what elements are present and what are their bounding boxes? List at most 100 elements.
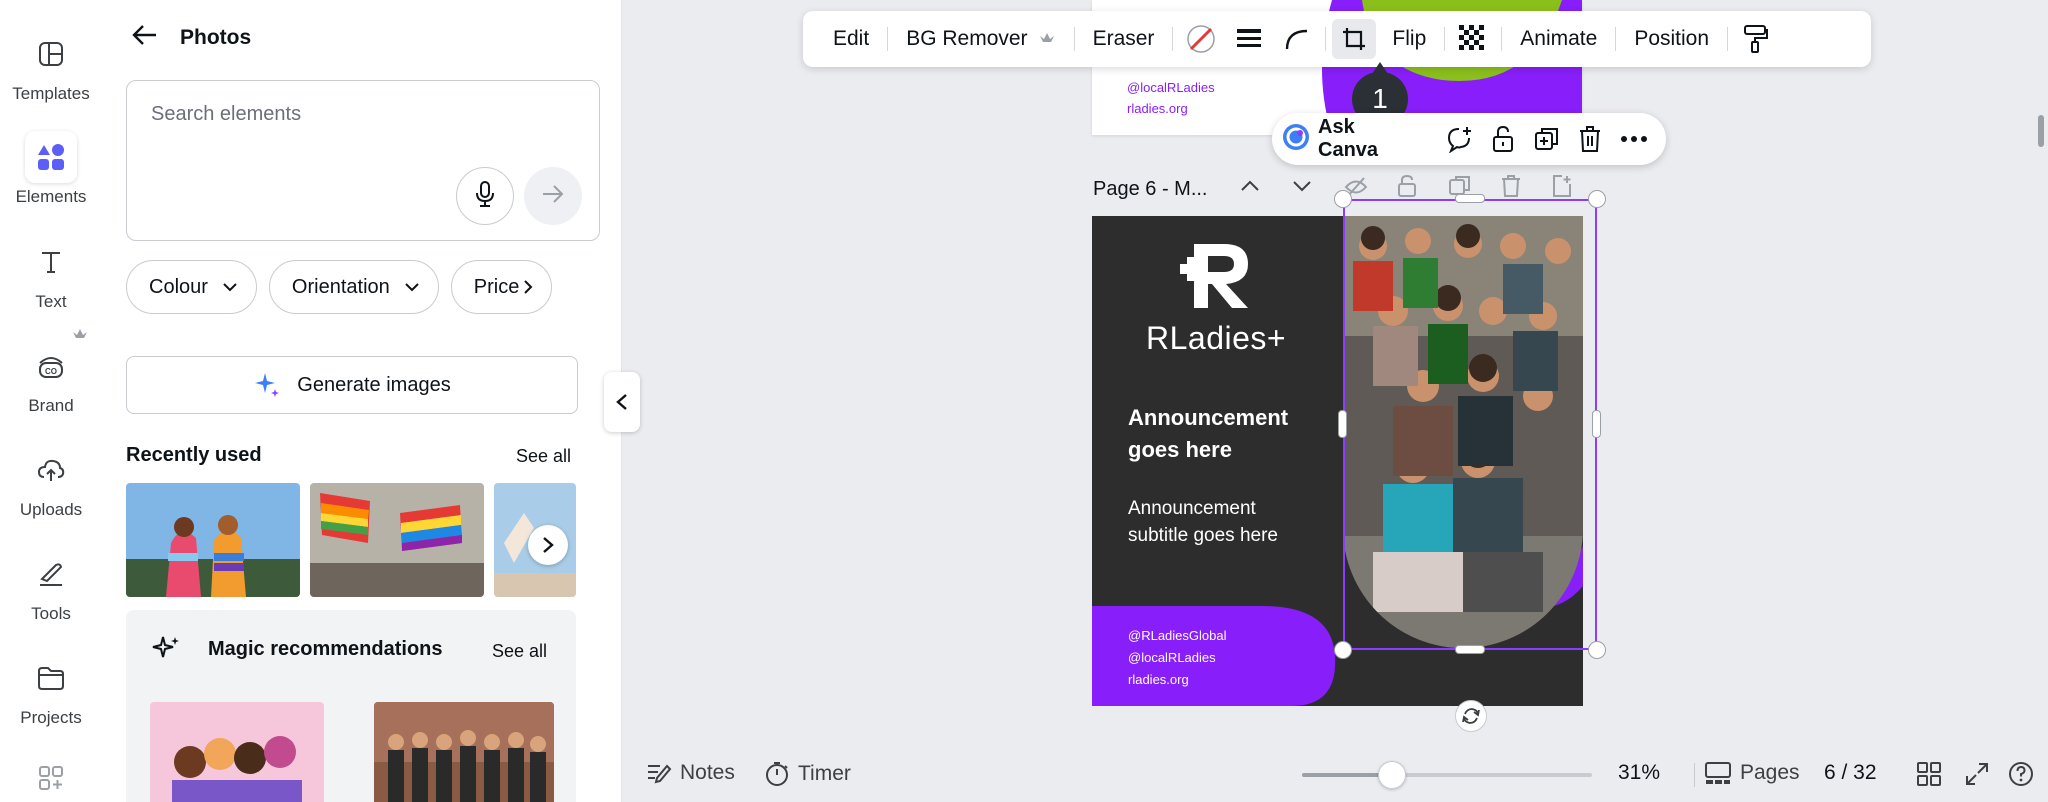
filter-colour[interactable]: Colour bbox=[126, 260, 257, 314]
crown-icon bbox=[1039, 33, 1054, 42]
selection-frame[interactable] bbox=[1343, 199, 1597, 650]
pages-icon bbox=[1705, 762, 1731, 784]
generate-images-button[interactable]: Generate images bbox=[126, 356, 578, 414]
resize-handle[interactable] bbox=[1334, 190, 1352, 208]
duplicate-icon bbox=[1534, 128, 1558, 150]
uploads-icon bbox=[25, 444, 77, 496]
search-box[interactable] bbox=[126, 80, 600, 241]
timer-button[interactable]: Timer bbox=[764, 761, 851, 787]
rail-label: Tools bbox=[31, 604, 71, 623]
transparency-icon bbox=[1459, 25, 1485, 50]
toolbar-divider bbox=[1073, 27, 1075, 51]
announcement-subtitle[interactable]: Announcement subtitle goes here bbox=[1128, 495, 1278, 549]
image-toolbar: Edit BG Remover Eraser Flip Animate Posi… bbox=[803, 11, 1871, 67]
zoom-slider-knob[interactable] bbox=[1377, 761, 1406, 789]
notes-label: Notes bbox=[680, 761, 735, 784]
magic-recommendation-thumbnail[interactable] bbox=[374, 702, 554, 802]
border-style-button[interactable] bbox=[1227, 19, 1271, 59]
transparency-button[interactable] bbox=[1451, 19, 1495, 59]
rladies-wordmark: RLadies+ bbox=[1146, 320, 1287, 356]
rail-item-tools[interactable]: Tools bbox=[0, 548, 102, 624]
ask-canva-button[interactable]: Ask Canva bbox=[1318, 116, 1420, 162]
comment-add-icon bbox=[1448, 127, 1472, 153]
bg-remover-button[interactable]: BG Remover bbox=[892, 27, 1069, 51]
filter-label: Price bbox=[473, 275, 520, 298]
chevron-down-icon bbox=[1293, 181, 1311, 192]
resize-handle[interactable] bbox=[1338, 410, 1347, 438]
fullscreen-button[interactable] bbox=[1964, 761, 1998, 787]
recent-next-button[interactable] bbox=[528, 525, 568, 565]
crop-button[interactable] bbox=[1332, 19, 1377, 59]
collapse-panel-button[interactable] bbox=[604, 372, 640, 432]
canvas-scroll-thumb[interactable] bbox=[2038, 115, 2044, 147]
back-arrow-icon[interactable] bbox=[132, 24, 158, 51]
rail-label: Projects bbox=[20, 708, 82, 727]
chevron-down-icon bbox=[405, 283, 419, 292]
magic-sparkle-icon bbox=[152, 634, 182, 669]
chevron-left-icon bbox=[616, 394, 627, 410]
notes-button[interactable]: Notes bbox=[646, 761, 735, 785]
eraser-button[interactable]: Eraser bbox=[1079, 27, 1169, 51]
page-down-button[interactable] bbox=[1290, 174, 1314, 203]
help-button[interactable] bbox=[2008, 761, 2042, 787]
handle-text: @localRLadies bbox=[1128, 650, 1216, 665]
resize-handle[interactable] bbox=[1334, 641, 1352, 659]
chevron-up-icon bbox=[1241, 180, 1259, 191]
resize-handle[interactable] bbox=[1455, 194, 1485, 203]
search-submit-button[interactable] bbox=[524, 167, 582, 225]
page-counter[interactable]: 6 / 32 bbox=[1824, 761, 1877, 785]
toolbar-divider bbox=[1444, 27, 1446, 51]
border-color-button[interactable] bbox=[1179, 19, 1223, 59]
recent-photo-thumbnail[interactable] bbox=[310, 483, 484, 597]
edit-button[interactable]: Edit bbox=[819, 27, 883, 51]
pages-button[interactable]: Pages bbox=[1704, 761, 1800, 785]
magic-recommendation-thumbnail[interactable] bbox=[150, 702, 324, 802]
rail-item-apps[interactable] bbox=[0, 752, 102, 802]
lock-icon bbox=[1398, 174, 1416, 197]
position-button[interactable]: Position bbox=[1620, 27, 1723, 51]
rail-label: Text bbox=[35, 292, 67, 311]
previous-page-handles: @localRLadies rladies.org bbox=[1127, 77, 1215, 119]
rail-item-uploads[interactable]: Uploads bbox=[0, 444, 102, 520]
animate-button[interactable]: Animate bbox=[1506, 27, 1611, 51]
zoom-percentage[interactable]: 31% bbox=[1618, 761, 1660, 785]
add-comment-button[interactable] bbox=[1438, 119, 1482, 159]
social-handles[interactable]: @RLadiesGlobal @localRLadies rladies.org bbox=[1128, 625, 1226, 691]
resize-handle[interactable] bbox=[1588, 190, 1606, 208]
rotate-handle[interactable] bbox=[1455, 700, 1487, 732]
duplicate-element-button[interactable] bbox=[1525, 119, 1569, 159]
voice-search-button[interactable] bbox=[456, 167, 514, 225]
apps-icon bbox=[25, 752, 77, 802]
rail-item-projects[interactable]: Projects bbox=[0, 652, 102, 728]
resize-handle[interactable] bbox=[1592, 410, 1601, 438]
search-input[interactable] bbox=[151, 103, 551, 126]
trash-icon bbox=[1502, 175, 1520, 197]
announcement-headline[interactable]: Announcement goes here bbox=[1128, 402, 1288, 466]
page-up-button[interactable] bbox=[1238, 174, 1262, 203]
resize-handle[interactable] bbox=[1455, 645, 1485, 654]
recently-used-see-all[interactable]: See all bbox=[516, 446, 571, 467]
rail-label: Brand bbox=[28, 396, 74, 415]
recent-photo-thumbnail[interactable] bbox=[126, 483, 300, 597]
delete-element-button[interactable] bbox=[1569, 119, 1613, 159]
rail-item-brand[interactable]: CO Brand bbox=[0, 340, 102, 416]
page-title[interactable]: Page 6 - M... bbox=[1093, 178, 1208, 201]
rail-item-templates[interactable]: Templates bbox=[0, 28, 102, 104]
resize-handle[interactable] bbox=[1588, 641, 1606, 659]
crown-icon bbox=[72, 328, 88, 347]
grid-view-button[interactable] bbox=[1916, 761, 1950, 787]
toolbar-divider bbox=[887, 27, 889, 51]
rail-item-text[interactable]: Text bbox=[0, 236, 102, 312]
filter-price[interactable]: Price bbox=[450, 260, 553, 314]
lock-element-button[interactable] bbox=[1481, 119, 1525, 159]
more-options-button[interactable] bbox=[1612, 119, 1656, 159]
flip-button[interactable]: Flip bbox=[1378, 27, 1440, 51]
subtitle-line: subtitle goes here bbox=[1128, 525, 1278, 546]
rail-item-elements[interactable]: Elements bbox=[0, 131, 102, 207]
elements-icon bbox=[25, 131, 77, 183]
copy-style-button[interactable] bbox=[1734, 19, 1778, 59]
magic-see-all[interactable]: See all bbox=[492, 641, 547, 662]
corner-rounding-button[interactable] bbox=[1275, 19, 1319, 59]
templates-icon bbox=[25, 28, 77, 80]
filter-orientation[interactable]: Orientation bbox=[268, 260, 439, 314]
